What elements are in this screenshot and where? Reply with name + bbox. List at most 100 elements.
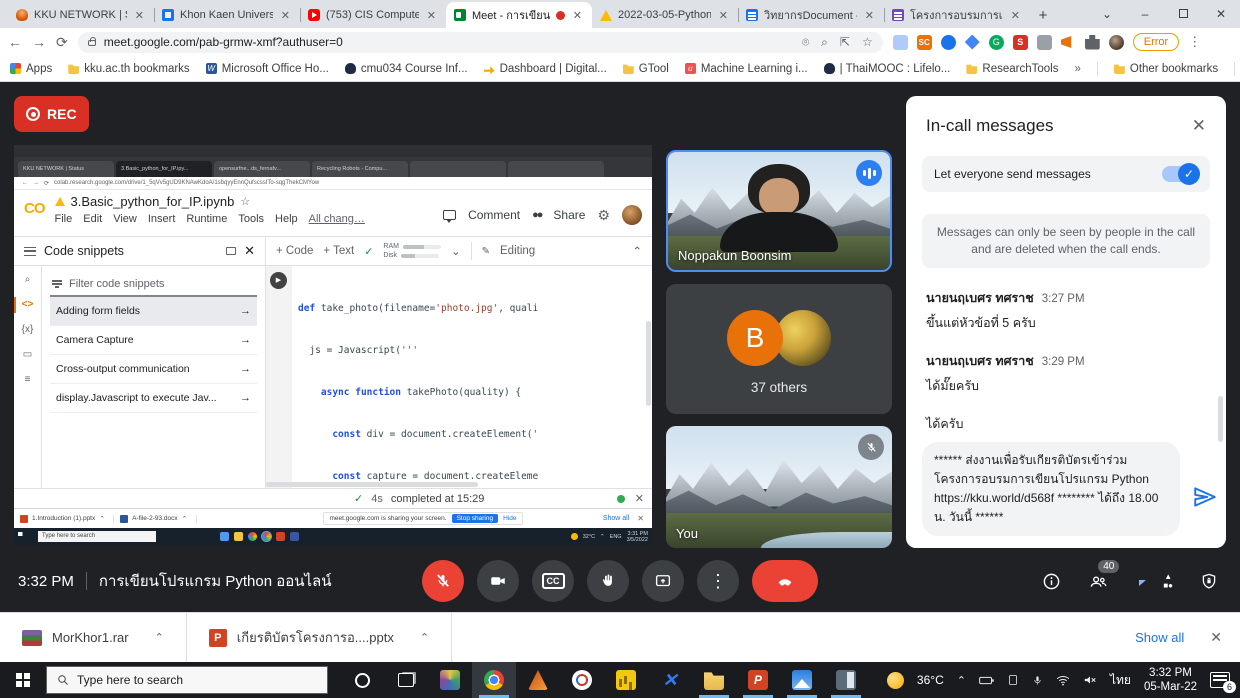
share-icon[interactable]: ⇱ <box>840 35 850 50</box>
open-in-new-icon[interactable] <box>226 247 237 255</box>
x-app-button[interactable]: ✕ <box>648 662 692 698</box>
menu-help[interactable]: Help <box>275 213 298 225</box>
bookmark-office[interactable]: W Microsoft Office Ho... <box>205 63 329 75</box>
all-changes-saved[interactable]: All chang… <box>309 213 365 225</box>
snippet-filter-input[interactable]: Filter code snippets <box>50 274 257 297</box>
chrome-app-icon[interactable] <box>248 532 257 541</box>
browser-tab-youtube[interactable]: (753) CIS Computer a... ✕ <box>300 2 447 28</box>
megaphone-extension-icon[interactable] <box>1060 36 1072 48</box>
file-explorer-button[interactable] <box>692 662 736 698</box>
comment-button[interactable]: Comment <box>468 208 520 222</box>
browser-tab-forms[interactable]: โครงการอบรมการเขียนโ... ✕ <box>884 2 1030 28</box>
close-button[interactable]: ✕ <box>1202 0 1240 28</box>
shared-download-item[interactable]: A-file-2-93.docx ⌃ <box>120 514 197 523</box>
error-button[interactable]: Error <box>1132 33 1180 51</box>
show-all-link[interactable]: Show all <box>603 515 629 522</box>
zoom-icon[interactable]: ⌕ <box>821 35 828 50</box>
grammarly-extension-icon[interactable]: G <box>988 34 1004 50</box>
chevron-up-icon[interactable]: ⌃ <box>155 631 164 644</box>
bookmark-thaimooc[interactable]: | ThaiMOOC : Lifelo... <box>823 63 950 75</box>
powerbi-button[interactable] <box>604 662 648 698</box>
cortana-button[interactable] <box>340 662 384 698</box>
start-icon[interactable] <box>18 531 23 536</box>
code-snippets-icon[interactable]: <> <box>14 297 33 313</box>
browser-menu-icon[interactable]: ⋮ <box>1188 34 1201 50</box>
editing-mode-label[interactable]: Editing <box>500 245 535 257</box>
menu-runtime[interactable]: Runtime <box>186 213 227 225</box>
taskbar-clock[interactable]: 3:32 PM 05-Mar-22 <box>1144 666 1197 694</box>
variables-icon[interactable]: {x} <box>22 324 34 335</box>
blue-circle-extension-icon[interactable] <box>940 34 956 50</box>
browser-tab-kku-network[interactable]: KKU NETWORK | Stat... ✕ <box>8 2 155 28</box>
address-bar[interactable]: meet.google.com/pab-grmw-xmf?authuser=0 … <box>77 31 883 53</box>
tab-search-chevron-icon[interactable]: ⌄ <box>1088 0 1126 28</box>
gray-extension-icon[interactable] <box>1036 34 1052 50</box>
menu-edit[interactable]: Edit <box>83 213 102 225</box>
resources-dropdown-icon[interactable]: ⌄ <box>451 244 461 258</box>
close-icon[interactable]: ✕ <box>637 514 644 523</box>
insert-snippet-icon[interactable]: → <box>240 305 251 317</box>
browser-tab-meet-active[interactable]: Meet - การเขียนโป... ✕ <box>446 2 592 28</box>
outline-icon[interactable]: ≡ <box>25 374 31 385</box>
task-view-button[interactable] <box>384 662 428 698</box>
more-options-button[interactable]: ⋮ <box>697 560 739 602</box>
insert-snippet-icon[interactable]: → <box>240 363 251 375</box>
present-button[interactable] <box>642 560 684 602</box>
back-icon[interactable]: ← <box>8 34 22 50</box>
raise-hand-button[interactable] <box>587 560 629 602</box>
insert-snippet-icon[interactable]: → <box>240 334 251 346</box>
files-icon[interactable]: ▭ <box>23 349 32 360</box>
powerpoint-app-icon[interactable] <box>276 532 285 541</box>
docs-extension-icon[interactable] <box>892 34 908 50</box>
chevron-up-icon[interactable]: ⌃ <box>182 515 188 523</box>
chat-scrollbar[interactable] <box>1218 396 1223 442</box>
snippet-item[interactable]: display.Javascript to execute Jav... → <box>50 384 257 413</box>
screenshare-tile[interactable]: KKU NETWORK | Status 3.Basic_python_for_… <box>14 145 652 545</box>
snippet-item[interactable]: Cross-output communication → <box>50 355 257 384</box>
search-icon[interactable]: ⌕ <box>25 274 31 285</box>
word-app-icon[interactable] <box>290 532 299 541</box>
s-extension-icon[interactable]: S <box>1012 34 1028 50</box>
temperature-label[interactable]: 36°C <box>917 673 944 687</box>
tab-close-icon[interactable]: ✕ <box>717 9 730 22</box>
shared-download-item[interactable]: 1.Introduction (1).pptx ⌃ <box>20 514 115 523</box>
tab-close-icon[interactable]: ✕ <box>863 9 876 22</box>
colab-avatar[interactable] <box>622 205 642 225</box>
envi-button[interactable] <box>428 662 472 698</box>
share-button[interactable]: Share <box>553 208 585 222</box>
weather-icon[interactable] <box>886 671 904 689</box>
tray-chevron-icon[interactable]: ⌃ <box>600 534 605 540</box>
send-message-icon[interactable] <box>1192 484 1218 510</box>
bookmarks-overflow-chevrons[interactable]: » <box>1074 63 1080 75</box>
download-item-rar[interactable]: MorKhor1.rar ⌃ <box>0 613 186 662</box>
tab-close-icon[interactable]: ✕ <box>279 9 292 22</box>
notification-center-icon[interactable]: 6 <box>1210 672 1236 693</box>
participant-tile-you[interactable]: You <box>666 426 892 548</box>
profile-avatar[interactable] <box>1108 34 1124 50</box>
bookmark-researchtools[interactable]: ResearchTools <box>966 63 1058 75</box>
tray-chevron-icon[interactable]: ⌃ <box>957 674 966 687</box>
extensions-puzzle-icon[interactable] <box>1084 34 1100 50</box>
run-cell-button[interactable]: ▶ <box>270 272 287 289</box>
captions-button[interactable]: CC <box>532 560 574 602</box>
bookmark-apps[interactable]: Apps <box>10 63 52 75</box>
browser-tab-kku-university[interactable]: Khon Kaen University ✕ <box>154 2 301 28</box>
language-indicator[interactable]: ENG <box>610 534 622 540</box>
snippet-item[interactable]: Adding form fields → <box>50 297 257 326</box>
meeting-details-icon[interactable] <box>1042 572 1061 591</box>
participants-icon[interactable]: 40 <box>1088 559 1120 591</box>
sc-extension-icon[interactable]: SC <box>916 34 932 50</box>
activities-icon[interactable]: ▲ ■● <box>1163 572 1173 590</box>
close-download-bar-icon[interactable]: ✕ <box>1210 629 1222 646</box>
taskbar-search-box[interactable]: Type here to search <box>46 666 328 694</box>
menu-file[interactable]: File <box>55 213 73 225</box>
host-controls-icon[interactable] <box>1200 572 1218 591</box>
snippet-item[interactable]: Camera Capture → <box>50 326 257 355</box>
close-panel-icon[interactable]: ✕ <box>244 243 255 259</box>
collapse-toolbar-icon[interactable]: ⌃ <box>632 244 642 258</box>
photos-button[interactable] <box>780 662 824 698</box>
mic-mute-button[interactable] <box>422 560 464 602</box>
menu-insert[interactable]: Insert <box>148 213 176 225</box>
tab-close-icon[interactable]: ✕ <box>571 9 584 22</box>
chevron-up-icon[interactable]: ⌃ <box>99 515 105 523</box>
